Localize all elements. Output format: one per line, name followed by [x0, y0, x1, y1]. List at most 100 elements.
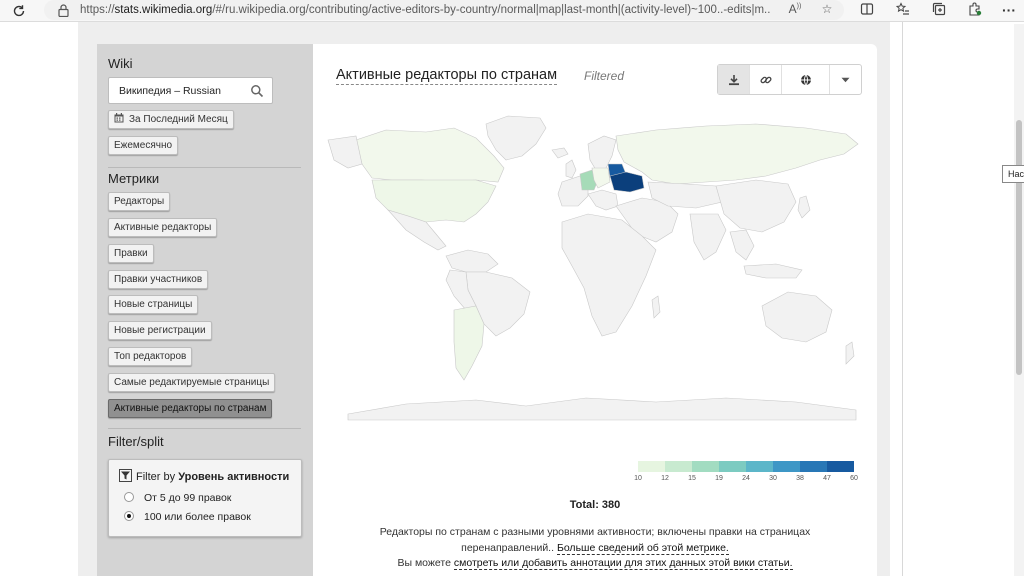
filter-title[interactable]: Filter by Уровень активности: [119, 469, 289, 483]
radio-button-selected[interactable]: [124, 511, 134, 521]
chart-title[interactable]: Активные редакторы по странам: [336, 67, 558, 85]
map-region-argentina: [453, 305, 485, 381]
legend-swatches: [638, 461, 858, 472]
map-region-japan: [797, 195, 811, 219]
filtered-tag: Filtered: [584, 69, 625, 83]
wiki-search-value: Википедия – Russian: [119, 85, 221, 97]
map-region-australia: [761, 291, 833, 343]
time-range-label: За Последний Месяц: [129, 114, 228, 125]
sidebar-divider: [108, 428, 301, 429]
map-region-china: [715, 179, 797, 233]
map-region-southeast-asia: [729, 229, 755, 261]
globe-icon[interactable]: [782, 65, 830, 94]
map-region-madagascar: [651, 295, 661, 319]
map-region-north-south-america: [445, 249, 499, 273]
legend-tick-label: 19: [715, 475, 723, 482]
chart-toolbar: [717, 64, 862, 95]
legend-swatch: [719, 461, 746, 472]
refresh-icon[interactable]: [8, 0, 30, 22]
map-region-ukraine: [609, 171, 645, 193]
legend-swatch: [827, 461, 854, 472]
filter-option-5-99[interactable]: От 5 до 99 правок: [124, 492, 231, 504]
metric-description: Редакторы по странам с разными уровнями …: [340, 525, 850, 572]
filter-prefix: Filter by: [136, 471, 176, 483]
legend-labels: 10 12 15 19 24 30 38 47 60: [634, 475, 858, 487]
read-aloud-icon[interactable]: A)): [786, 2, 804, 18]
legend-tick-label: 30: [769, 475, 777, 482]
metric-editors[interactable]: Редакторы: [108, 192, 171, 211]
download-icon[interactable]: [718, 65, 750, 94]
map-region-alaska: [327, 135, 363, 169]
legend-tick-label: 15: [688, 475, 696, 482]
option-label: 100 или более правок: [144, 511, 251, 523]
legend-swatch: [800, 461, 827, 472]
legend-swatch: [638, 461, 665, 472]
legend-tick-label: 60: [850, 475, 858, 482]
collections-icon[interactable]: [930, 2, 948, 20]
metric-active-editors[interactable]: Активные редакторы: [108, 218, 218, 237]
legend-swatch: [665, 461, 692, 472]
page-divider: [902, 22, 903, 576]
legend-swatch: [692, 461, 719, 472]
calendar-icon: [114, 112, 124, 129]
lock-icon[interactable]: [56, 3, 70, 17]
description-text: Вы можете: [397, 557, 451, 569]
map-region-russia: [615, 123, 859, 185]
tooltip: Нас: [1002, 165, 1024, 183]
favorites-list-icon[interactable]: [894, 2, 912, 20]
map-region-new-zealand: [845, 341, 855, 365]
metric-most-edited-pages[interactable]: Самые редактируемые страницы: [108, 373, 276, 392]
map-region-greenland: [485, 115, 547, 161]
search-icon[interactable]: [250, 84, 264, 98]
map-region-iceland: [551, 147, 569, 159]
map-region-indonesia: [743, 263, 803, 279]
chevron-down-icon[interactable]: [830, 65, 861, 94]
map-region-uk: [565, 159, 577, 179]
split-screen-icon[interactable]: [858, 2, 876, 20]
filter-panel: Filter by Уровень активности От 5 до 99 …: [108, 459, 302, 537]
legend-tick-label: 10: [634, 475, 642, 482]
legend-tick-label: 38: [796, 475, 804, 482]
url-text: https://stats.wikimedia.org/#/ru.wikiped…: [80, 4, 770, 16]
map-region-india: [689, 213, 727, 261]
metrics-heading: Метрики: [108, 171, 160, 186]
metric-active-editors-by-country[interactable]: Активные редакторы по странам: [108, 399, 273, 418]
description-text: перенаправлений..: [461, 541, 555, 554]
annotations-link[interactable]: смотреть или добавить аннотации для этих…: [453, 557, 793, 570]
legend-swatch: [746, 461, 773, 472]
description-line-1: Редакторы по странам с разными уровнями …: [379, 526, 811, 538]
metric-new-registrations[interactable]: Новые регистрации: [108, 321, 212, 340]
map-region-south-europe: [587, 189, 619, 211]
metric-user-edits[interactable]: Правки участников: [108, 270, 209, 289]
scrollbar-thumb[interactable]: [1016, 120, 1022, 375]
filter-split-heading: Filter/split: [108, 434, 164, 449]
legend-tick-label: 12: [661, 475, 669, 482]
wiki-heading: Wiki: [108, 56, 133, 71]
address-bar[interactable]: https://stats.wikimedia.org/#/ru.wikiped…: [44, 0, 844, 20]
metric-new-pages[interactable]: Новые страницы: [108, 295, 199, 314]
extension-icon[interactable]: [966, 2, 984, 20]
legend-swatch: [773, 461, 800, 472]
map-region-usa: [371, 179, 497, 223]
map-region-antarctica: [347, 397, 857, 421]
description-line-3: Вы можете смотреть или добавить аннотаци…: [340, 556, 850, 572]
metric-top-editors[interactable]: Топ редакторов: [108, 347, 193, 366]
metric-edits[interactable]: Правки: [108, 244, 154, 263]
link-icon[interactable]: [750, 65, 782, 94]
metric-info-link[interactable]: Больше сведений об этой метрике.: [556, 541, 729, 555]
granularity-button[interactable]: Ежемесячно: [108, 136, 179, 155]
radio-button[interactable]: [124, 492, 134, 502]
wiki-search-input[interactable]: Википедия – Russian: [108, 77, 273, 104]
filter-dimension: Уровень активности: [178, 471, 290, 483]
description-line-2: перенаправлений.. Больше сведений об это…: [340, 541, 850, 557]
sidebar-divider: [108, 167, 301, 168]
map-region-canada: [355, 127, 505, 183]
browser-toolbar: https://stats.wikimedia.org/#/ru.wikiped…: [0, 0, 1024, 22]
more-icon[interactable]: ···: [1000, 2, 1018, 20]
favorite-icon[interactable]: ☆: [818, 2, 836, 18]
world-map[interactable]: [326, 110, 862, 426]
legend-tick-label: 47: [823, 475, 831, 482]
map-legend: 10 12 15 19 24 30 38 47 60: [634, 461, 858, 487]
time-range-button[interactable]: За Последний Месяц: [108, 110, 234, 129]
filter-option-100-plus[interactable]: 100 или более правок: [124, 511, 251, 523]
